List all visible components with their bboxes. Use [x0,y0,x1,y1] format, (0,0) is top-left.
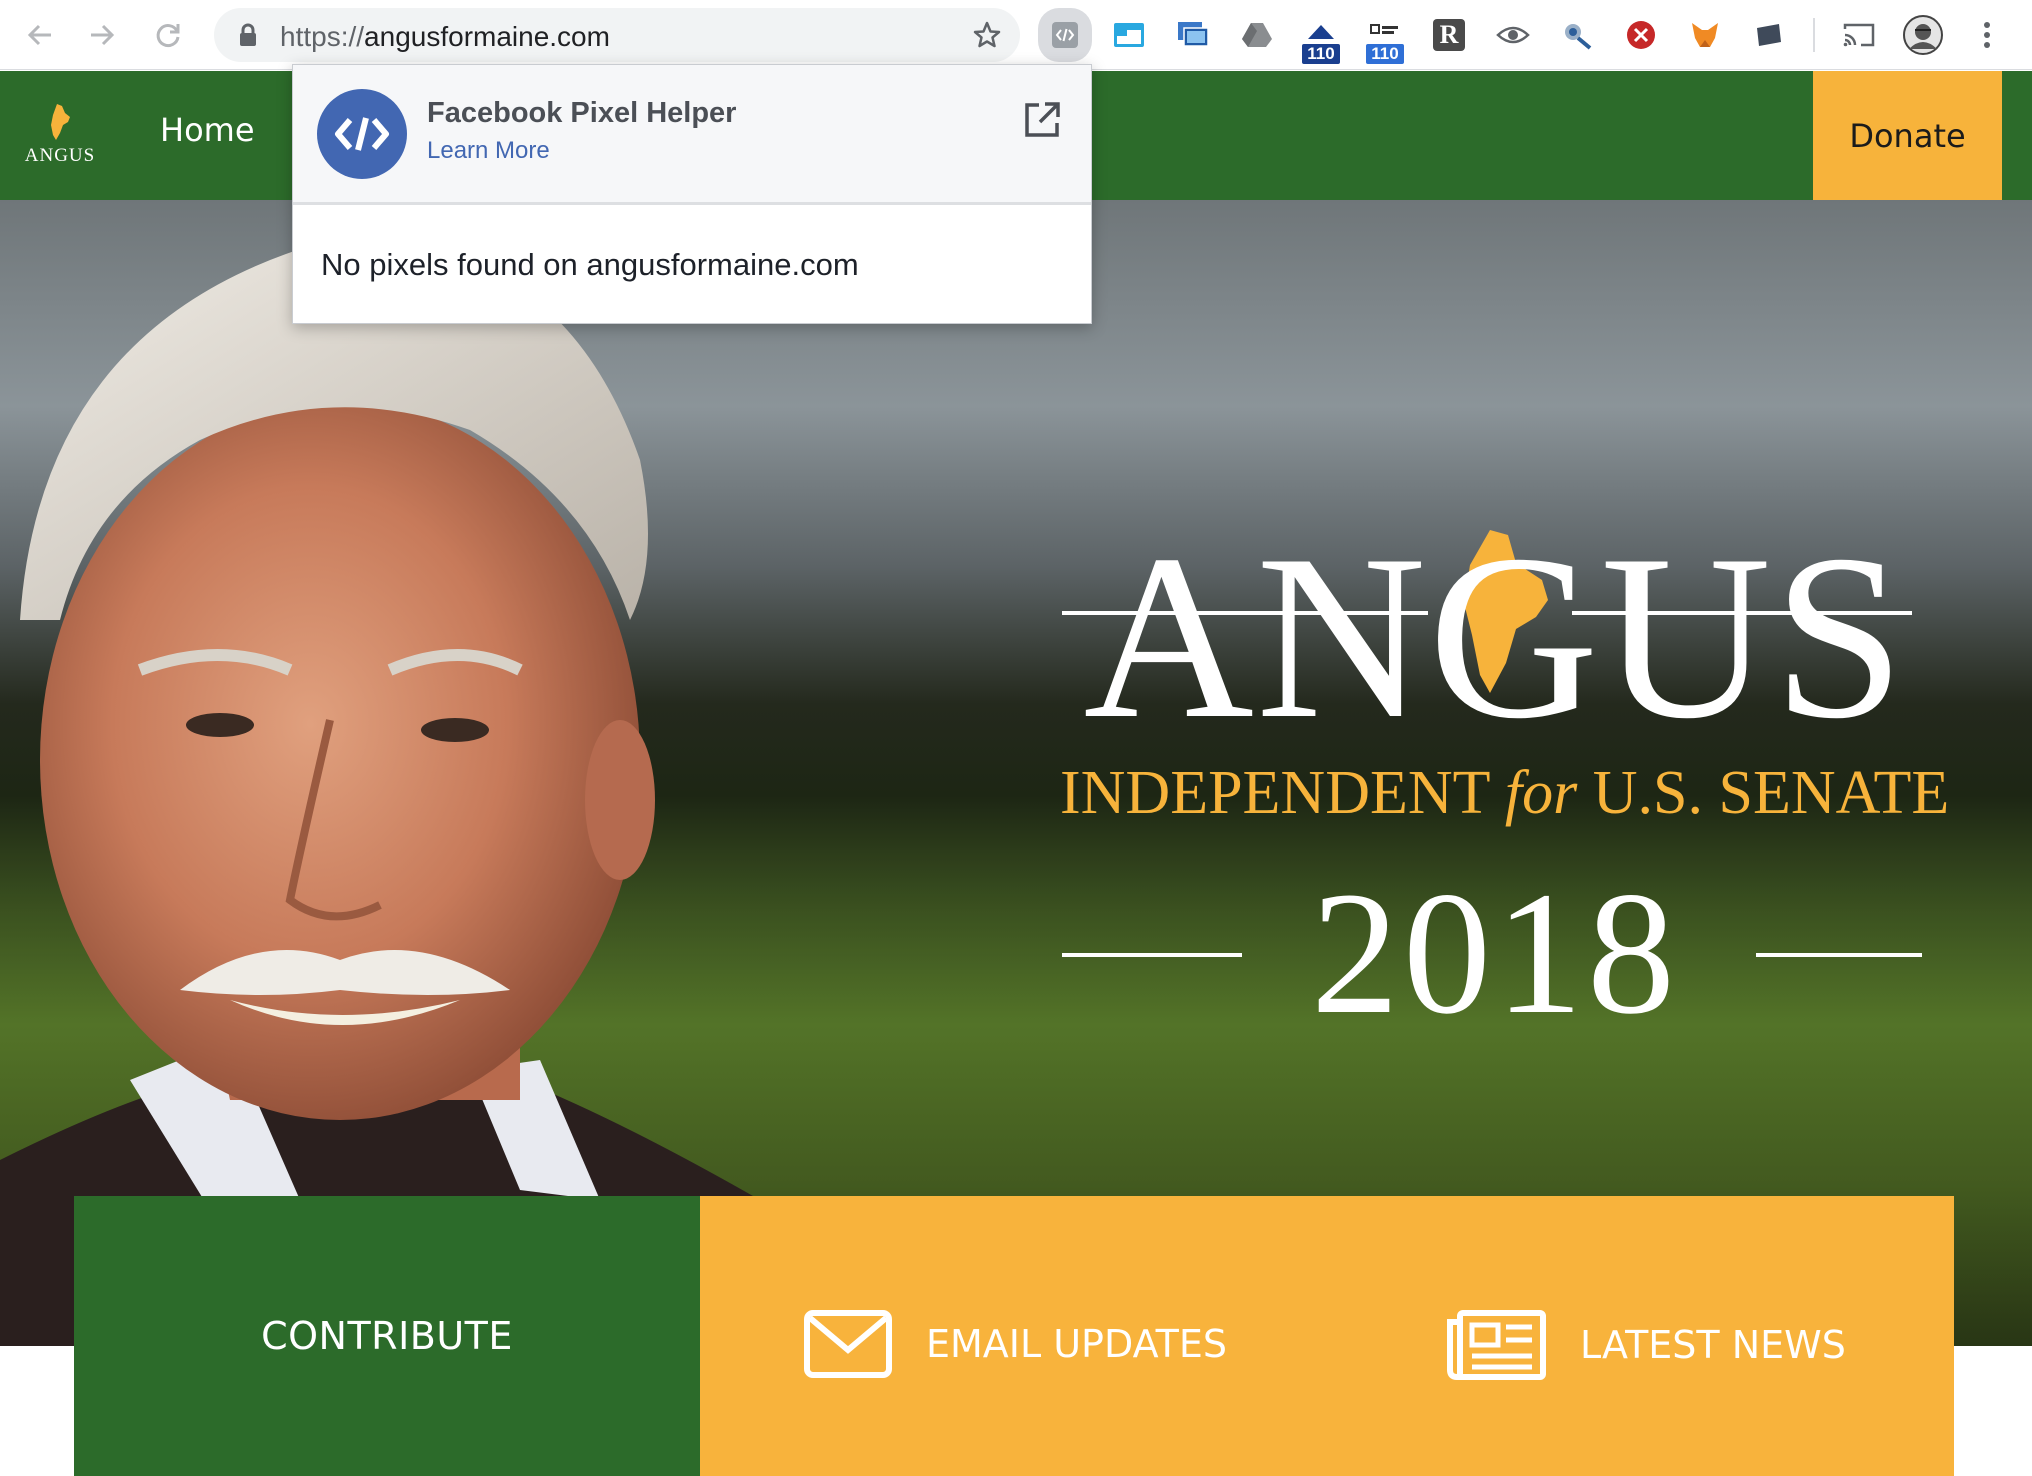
nav-home-link[interactable]: Home [160,111,255,149]
reload-button[interactable] [146,13,190,57]
metamask-fox-icon [1692,23,1718,47]
forward-button[interactable] [80,13,124,57]
bookmark-star-icon[interactable] [972,20,1002,50]
facebook-pixel-helper-popup: Facebook Pixel Helper Learn More No pixe… [292,64,1092,324]
candidate-portrait-photo [0,239,760,1346]
contribute-button[interactable]: CONTRIBUTE [74,1196,700,1476]
blocker-extension-button[interactable] [1620,14,1662,56]
back-arrow-icon [27,24,51,46]
popup-title: Facebook Pixel Helper [427,97,737,129]
menu-dots-icon [1984,22,1990,48]
code-brackets-icon [335,117,389,151]
satellite-extension-button[interactable] [1556,14,1598,56]
readability-icon: R [1433,19,1465,51]
eye-icon [1496,26,1530,44]
drive-extension-button[interactable] [1236,14,1278,56]
hero-title-block: ANGUS INDEPENDENT for U.S. SENATE 2018 [1060,360,1950,1060]
popup-message: No pixels found on angusformaine.com [321,247,859,282]
profile-button[interactable] [1902,14,1944,56]
hero-name: ANGUS [1083,507,1907,768]
latest-news-button[interactable]: LATEST NEWS [1446,1310,1846,1380]
facebook-pixel-helper-button[interactable] [1038,8,1092,62]
readability-extension-button[interactable]: R [1428,14,1470,56]
latest-news-label: LATEST NEWS [1580,1323,1846,1367]
screenshot-extension-button[interactable] [1172,14,1214,56]
window-icon [1114,23,1144,47]
reload-icon [156,24,180,47]
metamask-extension-button[interactable] [1684,14,1726,56]
learn-more-link[interactable]: Learn More [427,137,550,165]
extension-badge-count: 110 [1366,44,1404,64]
donate-button[interactable]: Donate [1813,71,2002,200]
url-text: https://angusformaine.com [280,21,610,52]
site-logo[interactable]: ANGUS [22,103,98,173]
satellite-icon [1565,24,1592,50]
maine-state-icon [51,104,70,140]
logo-text: ANGUS [24,145,96,166]
email-updates-label: EMAIL UPDATES [926,1322,1227,1366]
extension-badge-count: 110 [1302,44,1340,64]
newspaper-icon [1447,1310,1546,1380]
forward-arrow-icon [91,24,115,46]
popup-header: Facebook Pixel Helper Learn More [293,65,1091,205]
hero-subtitle: INDEPENDENT for U.S. SENATE [1060,759,1950,827]
envelope-icon [804,1310,892,1378]
lock-icon [240,23,256,46]
address-bar[interactable]: https://angusformaine.com [214,8,1020,62]
drive-icon [1242,23,1272,47]
email-updates-button[interactable]: EMAIL UPDATES [804,1310,1227,1378]
contribute-label: CONTRIBUTE [261,1314,513,1358]
eye-extension-button[interactable] [1492,14,1534,56]
browser-menu-button[interactable] [1966,14,2008,56]
screenshot-icon [1178,22,1209,47]
folder-extension-button[interactable] [1748,14,1790,56]
facebook-pixel-helper-icon [1052,22,1078,48]
extension-badge-button-1[interactable]: 110 [1300,14,1342,64]
back-button[interactable] [18,13,62,57]
hero-year: 2018 [1311,856,1679,1051]
window-extension-button[interactable] [1108,14,1150,56]
folder-icon [1757,24,1781,46]
external-link-icon[interactable] [1023,101,1061,139]
cast-icon [1843,23,1875,47]
cast-button[interactable] [1838,14,1880,56]
blocker-icon [1627,21,1655,49]
browser-toolbar: https://angusformaine.com 110 110 R [0,0,2032,70]
pixel-helper-logo [317,89,407,179]
toolbar-divider [1813,18,1815,52]
hero-banner: ANGUS INDEPENDENT for U.S. SENATE 2018 [0,200,2032,1346]
extension-badge-button-2[interactable]: 110 [1364,14,1406,64]
profile-avatar-icon [1903,15,1943,55]
